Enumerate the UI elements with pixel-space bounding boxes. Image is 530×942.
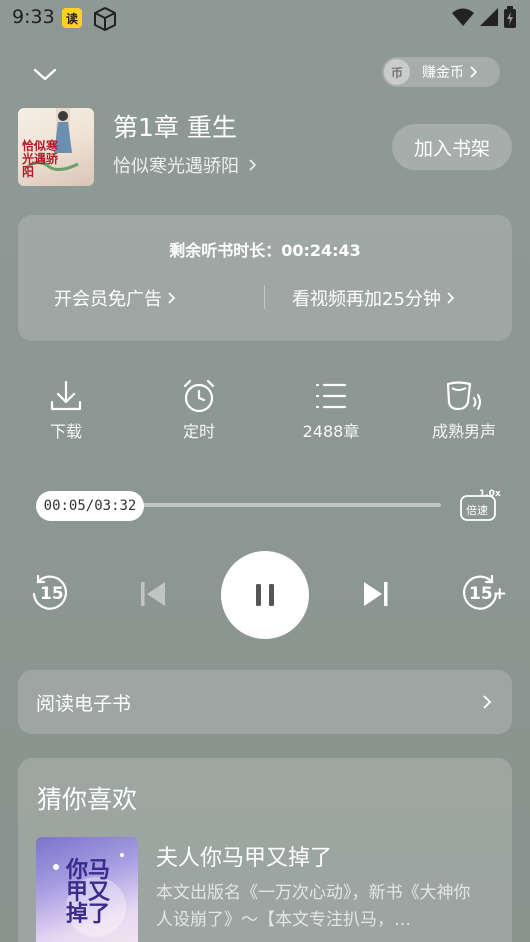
speed-value: 1.0x xyxy=(479,489,501,499)
timer-action[interactable]: 定时 xyxy=(144,378,254,442)
download-action[interactable]: 下载 xyxy=(11,378,121,442)
chevron-right-icon xyxy=(168,292,176,304)
book-title: 恰似寒光遇骄阳 xyxy=(113,156,239,177)
listen-time-card: 剩余听书时长：00:24:43 开会员免广告 看视频再加25分钟 xyxy=(18,215,512,341)
previous-icon xyxy=(141,582,165,606)
pause-icon xyxy=(256,584,274,606)
recommend-title: 猜你喜欢 xyxy=(37,785,138,814)
action-label: 下载 xyxy=(49,422,82,441)
speed-button[interactable]: 1.0x 倍速 xyxy=(459,489,501,522)
recommend-card: 猜你喜欢 你马甲又掉了 夫人你马甲又掉了 本文出版名《一万次心动》，新书《大神你… xyxy=(18,758,512,942)
video-label: 看视频再加25分钟 xyxy=(292,289,441,310)
book-title-link[interactable]: 恰似寒光遇骄阳 xyxy=(113,152,261,178)
alarm-clock-icon xyxy=(183,379,215,413)
coin-icon: 币 xyxy=(384,59,410,85)
recommend-book-title[interactable]: 夫人你马甲又掉了 xyxy=(156,840,332,872)
cube-icon xyxy=(92,6,118,36)
earn-coins-label: 赚金币 xyxy=(422,65,464,81)
watch-video-link[interactable]: 看视频再加25分钟 xyxy=(292,285,457,311)
next-button[interactable] xyxy=(354,572,398,616)
book-cover[interactable]: 恰似寒光遇骄阳 xyxy=(18,108,94,186)
divider xyxy=(264,285,265,309)
forward-value: 15+ xyxy=(469,584,507,604)
progress-thumb[interactable]: 00:05/03:32 xyxy=(36,491,144,521)
remaining-time: 剩余听书时长：00:24:43 xyxy=(18,237,512,261)
voice-action[interactable]: 成熟男声 xyxy=(409,378,519,442)
action-label: 定时 xyxy=(182,422,215,441)
chevron-right-icon xyxy=(249,159,257,171)
voice-icon xyxy=(446,381,481,411)
chapters-action[interactable]: 2488章 xyxy=(276,378,386,442)
read-ebook-row[interactable]: 阅读电子书 xyxy=(18,670,512,734)
chevron-right-icon xyxy=(470,66,478,78)
list-icon xyxy=(315,383,347,409)
remaining-label: 剩余听书时长： xyxy=(169,241,282,260)
chevron-right-icon xyxy=(483,695,492,709)
vip-no-ads-link[interactable]: 开会员免广告 xyxy=(54,285,178,311)
pause-button[interactable] xyxy=(221,551,309,639)
action-label: 成熟男声 xyxy=(431,422,496,441)
app-badge-icon: 读 xyxy=(62,8,82,28)
status-indicators xyxy=(452,6,516,28)
previous-button[interactable] xyxy=(131,572,175,616)
wifi-icon xyxy=(452,8,474,26)
add-to-shelf-button[interactable]: 加入书架 xyxy=(392,124,512,170)
rewind-value: 15 xyxy=(40,584,64,604)
vip-label: 开会员免广告 xyxy=(54,289,162,310)
read-ebook-label: 阅读电子书 xyxy=(36,692,132,715)
speed-label: 倍速 xyxy=(466,504,488,517)
next-icon xyxy=(364,582,388,606)
rewind-15-button[interactable]: 15 xyxy=(28,572,72,616)
download-icon xyxy=(50,380,82,411)
cellular-icon xyxy=(480,8,498,26)
battery-icon xyxy=(504,6,516,28)
earn-coins-button[interactable]: 币 赚金币 xyxy=(382,57,500,87)
collapse-chevron-icon[interactable] xyxy=(30,60,60,90)
action-label: 2488章 xyxy=(302,422,360,441)
recommend-book-desc: 本文出版名《一万次心动》，新书《大神你人设崩了》〜【本文专注扒马，… xyxy=(156,883,471,930)
status-time: 9:33 xyxy=(12,6,55,28)
recommend-book-cover[interactable]: 你马甲又掉了 xyxy=(36,837,138,942)
forward-15-button[interactable]: 15+ xyxy=(458,572,507,616)
chevron-right-icon xyxy=(447,292,455,304)
cover-title: 恰似寒光遇骄阳 xyxy=(22,139,59,179)
remaining-value: 00:24:43 xyxy=(281,241,361,260)
chapter-title: 第1章 重生 xyxy=(113,113,237,142)
recommend-cover-title: 你马甲又掉了 xyxy=(66,857,111,927)
